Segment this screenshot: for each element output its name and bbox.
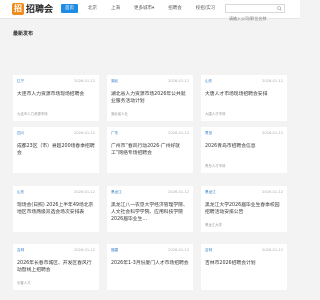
card-city: 黑龙江 <box>205 190 216 194</box>
search-input[interactable] <box>226 15 279 22</box>
section-title: 最新发布 <box>13 31 34 37</box>
fair-card[interactable]: 四川 2026-01-12 成都23区（市）县超200场春季招聘会 <box>13 127 99 173</box>
card-source: 大连市人力资源市场 <box>17 112 48 116</box>
fair-card[interactable]: 辽宁 2026-01-12 大连市人力资源市场现场招聘会 大连市人力资源市场 <box>13 75 99 121</box>
search-icon[interactable] <box>277 6 282 11</box>
nav-item-home[interactable]: 首页 <box>61 4 78 13</box>
card-city: 山东 <box>17 190 25 194</box>
card-date: 2026-01-12 <box>262 131 283 135</box>
fair-card[interactable]: 吉林 2026-01-12 吉林市2026招聘会计划 <box>201 244 287 290</box>
card-title[interactable]: 湖北省人力资源市场2026年公共就业服务活动计划 <box>111 91 189 105</box>
nav-item-campus[interactable]: 校招/实习 <box>192 4 220 13</box>
card-date: 2026-01-12 <box>168 131 189 135</box>
fair-card[interactable]: 吉林 2026-01-12 2026年长春市城区、开发区春风行动暨线上招聘会 长春… <box>13 244 99 290</box>
card-title[interactable]: 大唐人才市场现场招聘会安排 <box>205 91 283 98</box>
card-city: 吉林 <box>17 248 25 252</box>
fair-card[interactable]: 广东 2026-01-12 广州市“春风行动2026·广州好就工”网络专场招聘会 <box>107 127 193 173</box>
card-date: 2026-01-12 <box>74 131 95 135</box>
fair-card[interactable]: 黑龙江 2026-01-12 黑龙江大学2026届毕业生春季校园招聘活动安排公告 … <box>201 186 287 232</box>
card-title[interactable]: 大连市人力资源市场现场招聘会 <box>17 91 95 98</box>
fair-card[interactable]: 黑龙江 2026-01-12 黑龙江八一农垦大学经济管理学院、人文社会科学学院、应… <box>107 186 193 232</box>
card-city: 辽宁 <box>17 79 25 83</box>
fair-card[interactable]: 福建 2026-01-12 2026年1-3月份厦门人才市场招聘会 <box>107 244 193 290</box>
top-bar: 招 招聘会 首页 北京 上海 更多城市▾ 招聘会 校招/实习 求职工具 <box>0 0 300 22</box>
card-title[interactable]: 2026青岛市招聘会信息 <box>205 143 283 150</box>
card-title[interactable]: 现场会(日照) 2026上半年49场北京地区市场两级双选会场次安排表 <box>17 202 95 216</box>
card-source: 大唐人才市场 <box>205 112 226 116</box>
fair-card[interactable]: 青岛 2026-01-12 2026青岛市招聘会信息 青岛人才市场 <box>201 127 287 173</box>
fair-card[interactable]: 山东 2026-01-12 大唐人才市场现场招聘会安排 大唐人才市场 <box>201 75 287 121</box>
card-source: 黑龙江大学 <box>205 223 222 227</box>
card-date: 2026-01-12 <box>74 248 95 252</box>
card-date: 2026-01-12 <box>262 190 283 194</box>
card-title[interactable]: 黑龙江八一农垦大学经济管理学院、人文社会科学学院、应用科技学院2026届毕业生.… <box>111 202 189 223</box>
card-city: 湖北 <box>111 79 119 83</box>
card-city: 青岛 <box>205 131 213 135</box>
search-box <box>225 4 285 22</box>
fair-card[interactable]: 山东 2026-01-12 现场会(日照) 2026上半年49场北京地区市场两级双… <box>13 186 99 232</box>
card-date: 2026-01-12 <box>168 190 189 194</box>
site-logo[interactable]: 招 招聘会 <box>12 2 53 15</box>
card-title[interactable]: 成都23区（市）县超200场春季招聘会 <box>17 143 95 157</box>
card-date: 2026-01-12 <box>168 79 189 83</box>
card-city: 黑龙江 <box>111 190 122 194</box>
card-title[interactable]: 2026年长春市城区、开发区春风行动暨线上招聘会 <box>17 260 95 274</box>
card-city: 四川 <box>17 131 25 135</box>
card-city: 山东 <box>205 79 213 83</box>
card-city: 广东 <box>111 131 119 135</box>
card-title[interactable]: 吉林市2026招聘会计划 <box>205 260 283 267</box>
card-title[interactable]: 广州市“春风行动2026·广州好就工”网络专场招聘会 <box>111 143 189 157</box>
nav-item-more-cities[interactable]: 更多城市▾ <box>130 4 158 13</box>
logo-icon: 招 <box>12 2 24 15</box>
card-date: 2026-01-12 <box>262 248 283 252</box>
card-date: 2026-01-12 <box>168 248 189 252</box>
fair-card[interactable]: 湖北 2026-01-12 湖北省人力资源市场2026年公共就业服务活动计划 湖北… <box>107 75 193 121</box>
card-date: 2026-01-12 <box>74 79 95 83</box>
card-date: 2026-01-12 <box>262 79 283 83</box>
card-city: 福建 <box>111 248 119 252</box>
nav-item-shanghai[interactable]: 上海 <box>107 4 124 13</box>
card-date: 2026-01-12 <box>74 190 95 194</box>
card-title[interactable]: 黑龙江大学2026届毕业生春季校园招聘活动安排公告 <box>205 202 283 216</box>
logo-text: 招聘会 <box>26 5 54 15</box>
nav-item-job-fairs[interactable]: 招聘会 <box>164 4 186 13</box>
nav-item-beijing[interactable]: 北京 <box>84 4 101 13</box>
card-source: 青岛人才市场 <box>205 164 226 168</box>
card-source: 长春人才 <box>17 281 31 285</box>
card-source: 湖北省人社 <box>111 112 128 116</box>
card-city: 吉林 <box>205 248 213 252</box>
card-title[interactable]: 2026年1-3月份厦门人才市场招聘会 <box>111 260 189 267</box>
